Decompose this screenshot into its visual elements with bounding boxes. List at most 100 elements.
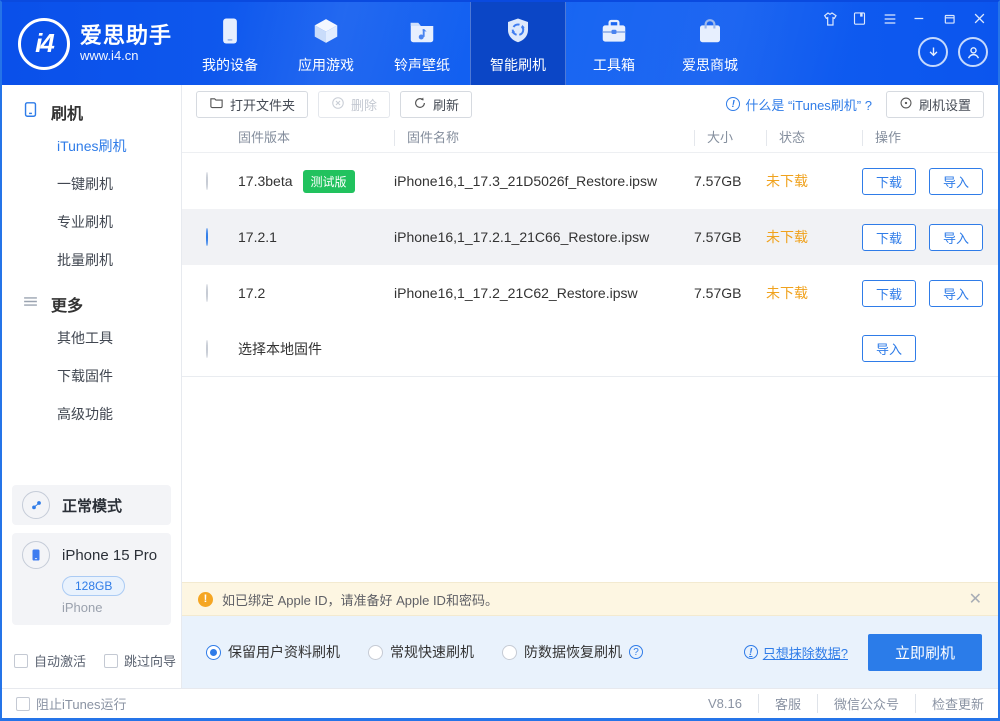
download-button[interactable]: 下载 (862, 223, 916, 251)
settings-dial-icon (899, 96, 913, 113)
device-mode-card[interactable]: 正常模式 (12, 485, 171, 525)
delete-button[interactable]: 删除 (318, 90, 391, 118)
check-update-link[interactable]: 检查更新 (914, 694, 984, 713)
download-manager-icon[interactable] (918, 37, 948, 67)
block-itunes-checkbox[interactable]: 阻止iTunes运行 (16, 694, 127, 713)
beta-badge: 测试版 (302, 169, 355, 193)
table-empty-area (182, 377, 998, 582)
sidebar-item-batch-flash[interactable]: 批量刷机 (2, 241, 181, 279)
device-type-label: iPhone (62, 600, 103, 615)
radio-unchecked[interactable] (206, 172, 208, 190)
refresh-icon (413, 96, 427, 113)
customer-service-link[interactable]: 客服 (757, 694, 817, 713)
user-account-icon[interactable] (958, 37, 988, 67)
minimize-button[interactable] (911, 10, 928, 27)
status-bar: 阻止iTunes运行 V8.16 客服 微信公众号 检查更新 (2, 688, 998, 718)
checkbox-icon (14, 653, 28, 668)
import-button[interactable]: 导入 (929, 167, 983, 195)
toolbox-icon (599, 16, 629, 49)
link-mode-icon (22, 491, 50, 519)
radio-unchecked[interactable] (206, 339, 208, 358)
maximize-button[interactable] (941, 10, 958, 27)
feedback-card-icon[interactable] (851, 10, 868, 27)
shield-refresh-icon (503, 16, 533, 49)
list-lines-icon (22, 293, 39, 315)
app-url: www.i4.cn (80, 47, 139, 63)
firmware-table-header: 固件版本 固件名称 大小 状态 操作 (182, 123, 998, 153)
sidebar-section-flash: 刷机 (2, 97, 181, 127)
flash-options-panel: 保留用户资料刷机 常规快速刷机 防数据恢复刷机 ? ! 只想抹除数据? 立即刷机 (182, 616, 998, 688)
radio-checked[interactable] (206, 228, 208, 246)
anti-recovery-flash-radio[interactable]: 防数据恢复刷机 ? (502, 642, 643, 662)
what-is-itunes-flash-link[interactable]: ! 什么是 “iTunes刷机” ? (726, 95, 872, 114)
import-button[interactable]: 导入 (929, 223, 983, 251)
nav-my-device[interactable]: 我的设备 (182, 2, 278, 85)
sidebar-item-other-tools[interactable]: 其他工具 (2, 319, 181, 357)
i4-logo-icon: i4 (18, 17, 70, 70)
status-badge: 未下载 (766, 229, 808, 245)
open-folder-button[interactable]: 打开文件夹 (196, 90, 309, 118)
app-window: i4 爱思助手 www.i4.cn 我的设备 应用游戏 铃声壁纸 智能刷机 工具… (0, 0, 1000, 721)
nav-apps-games[interactable]: 应用游戏 (278, 2, 374, 85)
import-button[interactable]: 导入 (862, 335, 916, 362)
main-nav: 我的设备 应用游戏 铃声壁纸 智能刷机 工具箱 爱思商城 (182, 2, 758, 85)
skip-setup-checkbox[interactable]: 跳过向导 (104, 651, 176, 670)
firmware-row-17-2[interactable]: 17.2 iPhone16,1_17.2_21C62_Restore.ipsw … (182, 265, 998, 321)
sidebar-item-advanced[interactable]: 高级功能 (2, 395, 181, 433)
radio-unchecked (368, 644, 383, 660)
cube-icon (311, 16, 341, 49)
wechat-official-link[interactable]: 微信公众号 (816, 694, 915, 713)
device-phone-icon (22, 541, 50, 569)
delete-circle-icon (331, 96, 345, 113)
apple-id-notice-bar: ! 如已绑定 Apple ID，请准备好 Apple ID和密码。 ✕ (182, 582, 998, 616)
sidebar-section-more: 更多 (2, 289, 181, 319)
status-badge: 未下载 (766, 173, 808, 189)
radio-unchecked (502, 644, 517, 660)
auto-activate-checkbox[interactable]: 自动激活 (14, 651, 86, 670)
download-button[interactable]: 下载 (862, 279, 916, 307)
sidebar-item-download-firmware[interactable]: 下载固件 (2, 357, 181, 395)
app-version: V8.16 (707, 696, 742, 711)
warning-icon: ! (198, 591, 213, 607)
info-circle-icon: ! (726, 97, 741, 111)
sidebar-item-pro-flash[interactable]: 专业刷机 (2, 203, 181, 241)
ringtone-folder-icon (407, 16, 437, 49)
firmware-row-17-3beta[interactable]: 17.3beta 测试版 iPhone16,1_17.3_21D5026f_Re… (182, 153, 998, 209)
shopping-bag-icon (695, 16, 725, 49)
checkbox-icon (104, 653, 119, 668)
firmware-row-17-2-1[interactable]: 17.2.1 iPhone16,1_17.2.1_21C66_Restore.i… (182, 209, 998, 265)
firmware-toolbar: 打开文件夹 删除 刷新 ! 什么是 “iTunes刷机” ? 刷机设置 (182, 85, 998, 123)
sidebar-item-itunes-flash[interactable]: iTunes刷机 (2, 127, 181, 165)
flash-settings-button[interactable]: 刷机设置 (885, 90, 984, 118)
device-card[interactable]: iPhone 15 Pro 128GB iPhone (12, 533, 171, 625)
radio-unchecked[interactable] (206, 284, 208, 302)
normal-fast-flash-radio[interactable]: 常规快速刷机 (368, 642, 474, 662)
close-button[interactable] (971, 10, 988, 27)
menu-icon[interactable] (881, 10, 898, 27)
theme-skin-icon[interactable] (821, 10, 838, 27)
nav-smart-flash[interactable]: 智能刷机 (470, 2, 567, 85)
folder-icon (209, 95, 224, 113)
app-title: 爱思助手 (80, 23, 173, 49)
import-button[interactable]: 导入 (929, 279, 983, 307)
refresh-button[interactable]: 刷新 (400, 90, 473, 118)
erase-data-link[interactable]: ! 只想抹除数据? (743, 643, 848, 662)
sidebar: 刷机 iTunes刷机 一键刷机 专业刷机 批量刷机 更多 其他工具 下载固件 … (2, 85, 182, 688)
device-name: iPhone 15 Pro (62, 546, 158, 564)
firmware-row-local[interactable]: 选择本地固件 导入 (182, 321, 998, 377)
radio-checked (206, 644, 221, 660)
help-question-icon[interactable]: ? (629, 645, 643, 659)
status-badge: 未下载 (766, 285, 808, 301)
nav-store[interactable]: 爱思商城 (662, 2, 758, 85)
flash-now-button[interactable]: 立即刷机 (868, 633, 982, 671)
download-button[interactable]: 下载 (862, 167, 916, 195)
notice-text: 如已绑定 Apple ID，请准备好 Apple ID和密码。 (222, 592, 498, 608)
sidebar-item-onekey-flash[interactable]: 一键刷机 (2, 165, 181, 203)
phone-icon (215, 16, 245, 49)
notice-close-icon[interactable]: ✕ (969, 589, 982, 609)
nav-ringtones-wallpaper[interactable]: 铃声壁纸 (374, 2, 470, 85)
keep-data-flash-radio[interactable]: 保留用户资料刷机 (206, 642, 340, 662)
info-circle-icon: ! (743, 645, 758, 659)
main-panel: 打开文件夹 删除 刷新 ! 什么是 “iTunes刷机” ? 刷机设置 固件版本… (182, 85, 998, 688)
nav-toolbox[interactable]: 工具箱 (566, 2, 662, 85)
